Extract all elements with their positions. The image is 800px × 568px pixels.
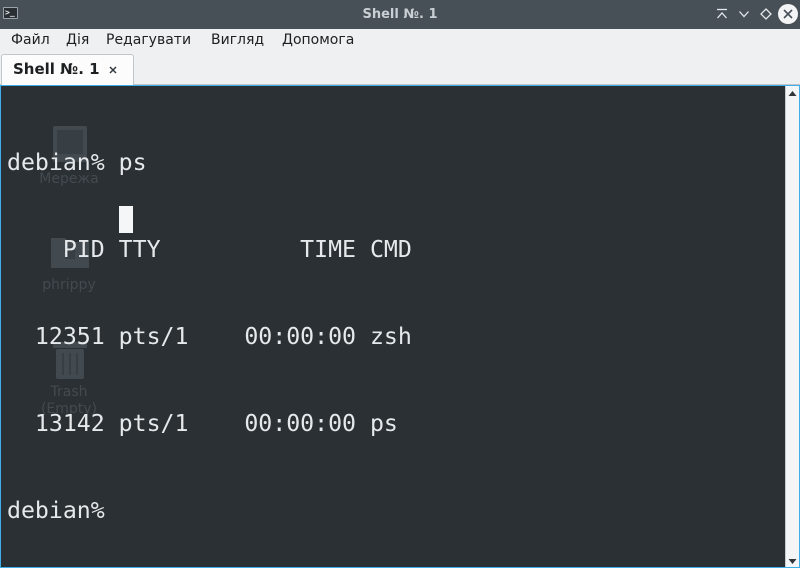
- close-window-button[interactable]: [778, 4, 798, 24]
- tab-bar: Shell №. 1: [0, 51, 800, 85]
- terminal-line: 12351 pts/1 00:00:00 zsh: [7, 323, 412, 350]
- terminal-window: >_ Shell №. 1 Файл Дія Редагувати Вигляд…: [0, 0, 800, 568]
- terminal-line: PID TTY TIME CMD: [7, 236, 412, 263]
- minimize-icon: [739, 11, 749, 18]
- title-bar[interactable]: >_ Shell №. 1: [0, 0, 800, 29]
- menu-actions[interactable]: Дія: [66, 29, 89, 51]
- maximize-icon: [760, 8, 772, 20]
- terminal-line: debian% ps: [7, 149, 147, 176]
- scroll-down-button[interactable]: [786, 553, 799, 567]
- arrow-down-icon: [788, 559, 797, 564]
- terminal-prompt-line: debian%: [7, 497, 119, 524]
- keep-above-button[interactable]: [713, 5, 731, 23]
- terminal-output: debian% ps PID TTY TIME CMD 12351 pts/1 …: [7, 90, 412, 568]
- tab-label: Shell №. 1: [13, 60, 100, 78]
- menu-help[interactable]: Допомога: [282, 29, 354, 51]
- tab-close-button[interactable]: [106, 62, 120, 76]
- tab-shell-1[interactable]: Shell №. 1: [1, 54, 134, 85]
- menu-edit[interactable]: Редагувати: [106, 29, 191, 51]
- window-title: Shell №. 1: [362, 7, 438, 22]
- scroll-up-button[interactable]: [786, 86, 799, 100]
- menu-view[interactable]: Вигляд: [211, 29, 264, 51]
- terminal-line: 13142 pts/1 00:00:00 ps: [7, 410, 398, 437]
- terminal-view[interactable]: Мережа phrippy Trash (Empty) debian% ps …: [0, 85, 800, 568]
- minimize-button[interactable]: [735, 5, 753, 23]
- arrow-up-icon: [788, 91, 797, 96]
- text-cursor: [119, 206, 133, 233]
- close-icon: [109, 66, 117, 74]
- vertical-scrollbar[interactable]: [785, 86, 799, 567]
- close-icon: [783, 9, 793, 19]
- menu-bar: Файл Дія Редагувати Вигляд Допомога: [0, 29, 800, 51]
- maximize-button[interactable]: [757, 5, 775, 23]
- menu-file[interactable]: Файл: [11, 29, 50, 51]
- keep-above-icon: [717, 8, 727, 19]
